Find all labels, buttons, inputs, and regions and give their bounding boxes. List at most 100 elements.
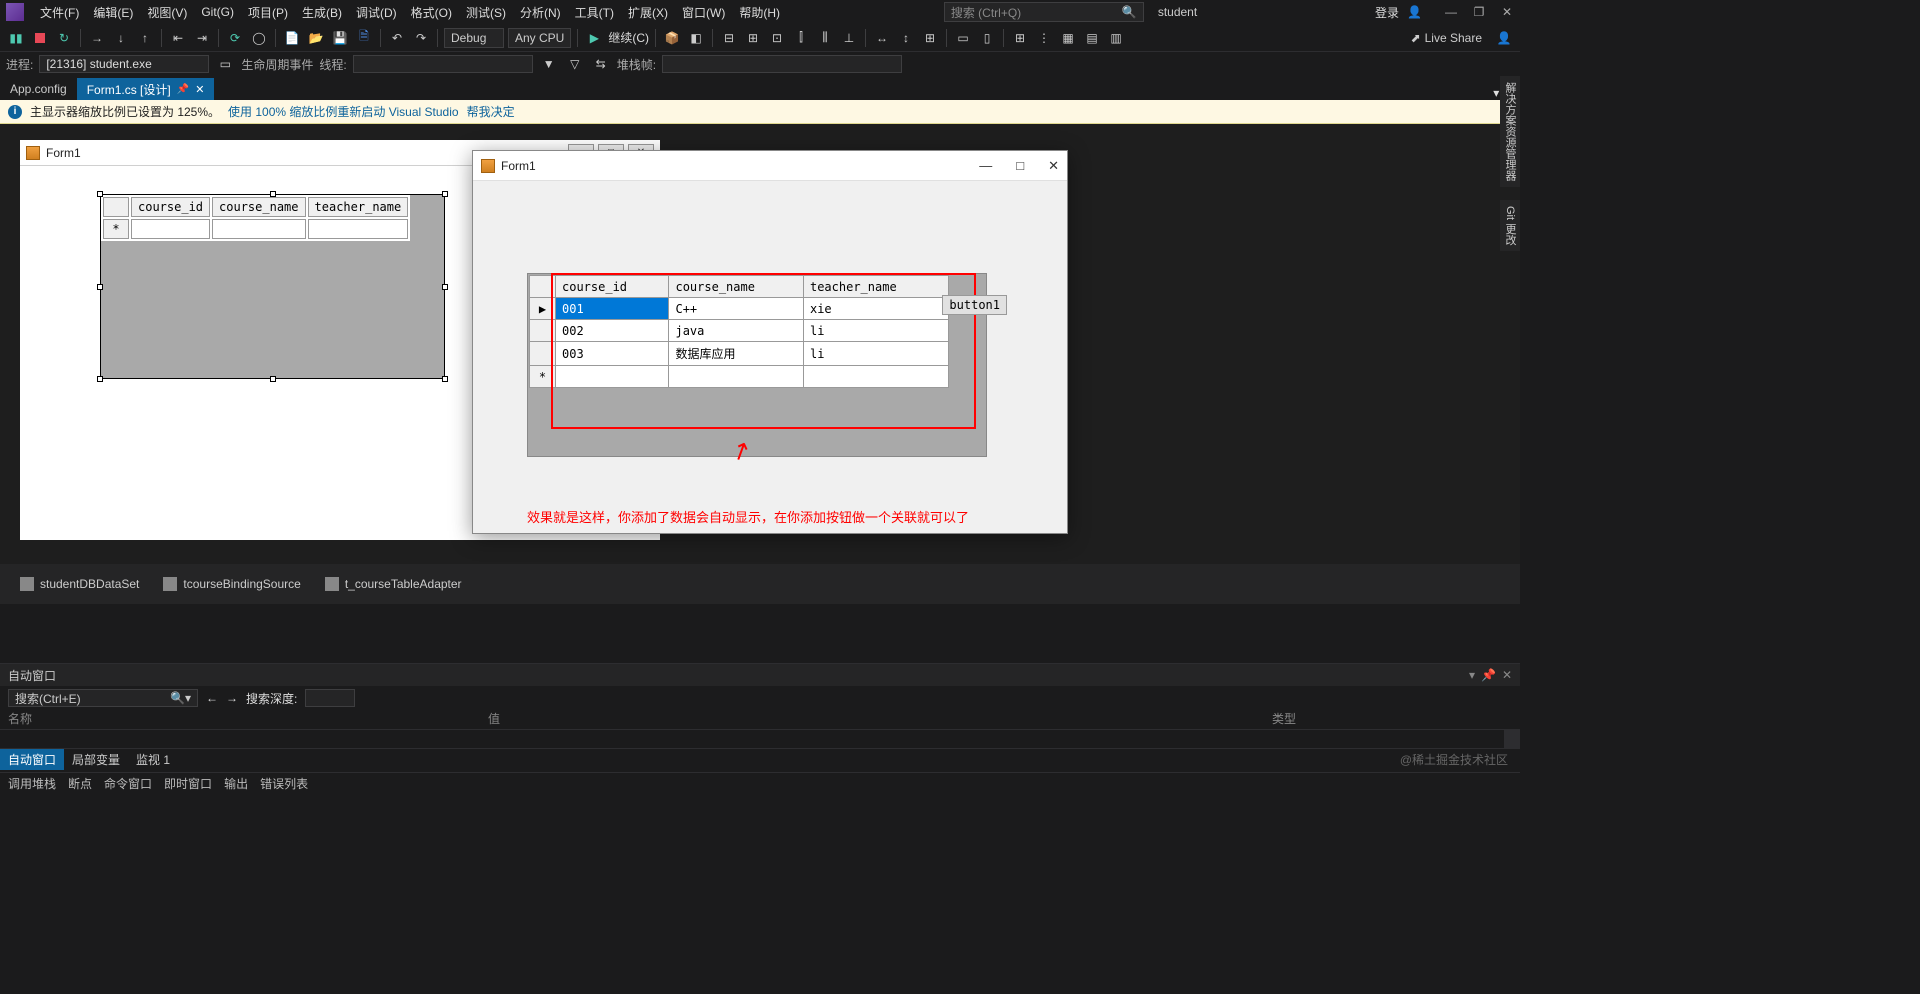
continue-label[interactable]: 继续(C) <box>608 29 649 46</box>
rt-max-icon[interactable]: □ <box>1016 158 1024 174</box>
grid-icon[interactable]: ▦ <box>1058 28 1078 48</box>
platform-dropdown[interactable]: Any CPU <box>508 28 571 48</box>
ptab-watch1[interactable]: 监视 1 <box>128 749 178 770</box>
config-dropdown[interactable]: Debug <box>444 28 504 48</box>
rt-min-icon[interactable]: ― <box>979 158 992 174</box>
grid-icon[interactable]: ▥ <box>1106 28 1126 48</box>
menu-format[interactable]: 格式(O) <box>405 2 458 23</box>
process-dropdown[interactable]: [21316] student.exe <box>39 55 209 73</box>
close-icon[interactable]: ✕ <box>1500 5 1514 19</box>
save-icon[interactable]: 💾 <box>330 28 350 48</box>
nav-back-icon[interactable]: ← <box>206 691 218 705</box>
status-output[interactable]: 输出 <box>224 775 248 792</box>
col-value[interactable]: 值 <box>488 710 1272 729</box>
space-icon[interactable]: ⊞ <box>920 28 940 48</box>
step-over-icon[interactable]: ↓ <box>111 28 131 48</box>
close-tab-icon[interactable]: ✕ <box>195 83 204 96</box>
status-breakpoints[interactable]: 断点 <box>68 775 92 792</box>
panel-dropdown-icon[interactable]: ▾ <box>1469 668 1475 682</box>
cell[interactable]: 003 <box>556 342 669 366</box>
solution-explorer-tab[interactable]: 解决方案资源管理器 <box>1500 76 1520 187</box>
col-header[interactable]: teacher_name <box>308 197 409 217</box>
git-changes-tab[interactable]: Git 更改 <box>1500 200 1520 251</box>
continue-button[interactable]: ▶ <box>584 28 604 48</box>
status-callstack[interactable]: 调用堆栈 <box>8 775 56 792</box>
step-out-icon[interactable]: ↑ <box>135 28 155 48</box>
stackframe-dropdown[interactable] <box>662 55 902 73</box>
pause-button[interactable]: ▮▮ <box>6 28 26 48</box>
status-errorlist[interactable]: 错误列表 <box>260 775 308 792</box>
menu-git[interactable]: Git(G) <box>195 3 240 21</box>
menu-help[interactable]: 帮助(H) <box>733 2 786 23</box>
cell[interactable]: java <box>669 320 804 342</box>
align-icon[interactable]: ⊟ <box>719 28 739 48</box>
grid-icon[interactable]: ▤ <box>1082 28 1102 48</box>
size-icon[interactable]: ▯ <box>977 28 997 48</box>
filter-icon[interactable]: ▼ <box>539 54 559 74</box>
step-into-icon[interactable]: → <box>87 28 107 48</box>
restart-100-link[interactable]: 使用 100% 缩放比例重新启动 Visual Studio <box>228 103 459 120</box>
save-all-icon[interactable]: 🗎 <box>354 28 374 48</box>
runtime-titlebar[interactable]: Form1 ― □ ✕ <box>473 151 1067 181</box>
menu-test[interactable]: 测试(S) <box>460 2 512 23</box>
refresh-icon[interactable]: ⟳ <box>225 28 245 48</box>
thread-dropdown[interactable] <box>353 55 533 73</box>
button1[interactable]: button1 <box>942 295 1007 315</box>
depth-dropdown[interactable] <box>305 689 355 707</box>
menu-edit[interactable]: 编辑(E) <box>87 2 139 23</box>
undo-icon[interactable]: ↶ <box>387 28 407 48</box>
grid-icon[interactable]: ⊞ <box>1010 28 1030 48</box>
nav-back-icon[interactable]: ⇤ <box>168 28 188 48</box>
restart-button[interactable]: ↻ <box>54 28 74 48</box>
nav-fwd-icon[interactable]: → <box>226 691 238 705</box>
rt-col-header[interactable]: course_name <box>669 276 804 298</box>
menu-analyze[interactable]: 分析(N) <box>514 2 567 23</box>
stop2-icon[interactable]: ◯ <box>249 28 269 48</box>
ptab-autos[interactable]: 自动窗口 <box>0 749 64 770</box>
rt-close-icon[interactable]: ✕ <box>1048 158 1059 174</box>
panel-search-input[interactable]: 搜索(Ctrl+E)🔍▾ <box>8 689 198 707</box>
menu-window[interactable]: 窗口(W) <box>676 2 731 23</box>
component-tableadapter[interactable]: t_courseTableAdapter <box>325 577 462 591</box>
align-icon[interactable]: ⊥ <box>839 28 859 48</box>
align-icon[interactable]: ⫿ <box>791 28 811 48</box>
menu-file[interactable]: 文件(F) <box>34 2 85 23</box>
align-icon[interactable]: ⊡ <box>767 28 787 48</box>
nav-fwd-icon[interactable]: ⇥ <box>192 28 212 48</box>
menu-project[interactable]: 项目(P) <box>242 2 294 23</box>
open-icon[interactable]: 📂 <box>306 28 326 48</box>
col-type[interactable]: 类型 <box>1272 710 1512 729</box>
status-immediate[interactable]: 即时窗口 <box>164 775 212 792</box>
panel-pin-icon[interactable]: 📌 <box>1481 668 1496 682</box>
cell[interactable]: 001 <box>556 298 669 320</box>
panel-titlebar[interactable]: 自动窗口 ▾ 📌 ✕ <box>0 664 1520 686</box>
stop-button[interactable] <box>30 28 50 48</box>
row-selector[interactable] <box>530 320 556 342</box>
cell[interactable]: li <box>803 342 948 366</box>
menu-build[interactable]: 生成(B) <box>296 2 348 23</box>
menu-view[interactable]: 视图(V) <box>141 2 193 23</box>
status-command[interactable]: 命令窗口 <box>104 775 152 792</box>
pin-icon[interactable]: 📌 <box>177 84 189 95</box>
menu-extensions[interactable]: 扩展(X) <box>622 2 674 23</box>
rt-col-header[interactable]: teacher_name <box>803 276 948 298</box>
tab-form1-design[interactable]: Form1.cs [设计] 📌 ✕ <box>77 78 215 100</box>
rt-col-header[interactable]: course_id <box>556 276 669 298</box>
feedback-icon[interactable]: 👤 <box>1494 28 1514 48</box>
redo-icon[interactable]: ↷ <box>411 28 431 48</box>
new-icon[interactable]: 📄 <box>282 28 302 48</box>
menu-debug[interactable]: 调试(D) <box>350 2 403 23</box>
menu-tools[interactable]: 工具(T) <box>569 2 620 23</box>
tool-icon[interactable]: ◧ <box>686 28 706 48</box>
space-icon[interactable]: ↔ <box>872 28 892 48</box>
scrollbar[interactable] <box>1504 730 1520 748</box>
tool-icon[interactable]: 📦 <box>662 28 682 48</box>
tab-appconfig[interactable]: App.config <box>0 78 77 100</box>
help-decide-link[interactable]: 帮我决定 <box>467 103 515 120</box>
minimize-icon[interactable]: ― <box>1444 5 1458 19</box>
live-share-button[interactable]: ⬈ Live Share <box>1411 31 1482 45</box>
size-icon[interactable]: ▭ <box>953 28 973 48</box>
filter2-icon[interactable]: ▽ <box>565 54 585 74</box>
align-icon[interactable]: ⫼ <box>815 28 835 48</box>
align-icon[interactable]: ⊞ <box>743 28 763 48</box>
